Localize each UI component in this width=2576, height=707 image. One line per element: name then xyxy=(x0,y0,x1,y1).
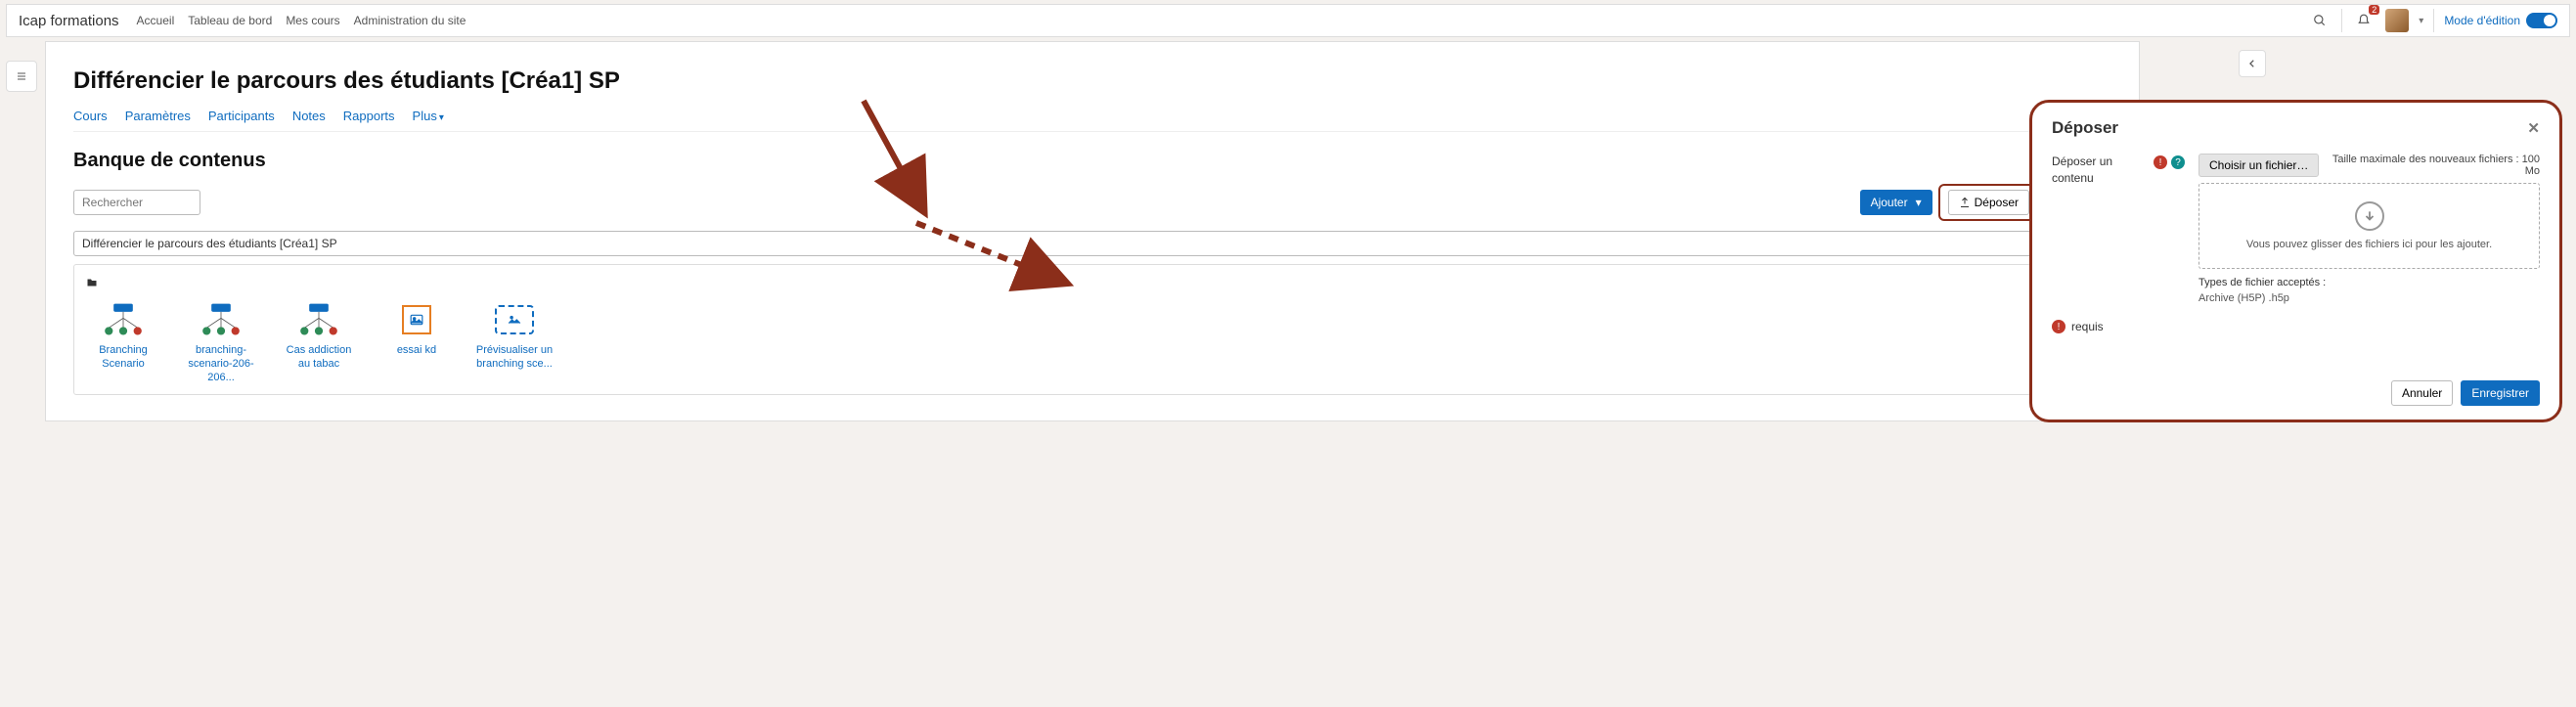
branching-icon xyxy=(292,301,345,338)
item-label: Prévisualiser un branching sce... xyxy=(475,344,554,372)
content-area: Différencier le parcours des étudiants [… xyxy=(45,41,2140,421)
upload-button[interactable]: Déposer xyxy=(1948,190,2029,215)
user-caret-icon[interactable]: ▾ xyxy=(2419,16,2423,26)
items-grid: Branching Scenario branching-scenario-20… xyxy=(84,301,2101,384)
tab-notes[interactable]: Notes xyxy=(292,109,326,131)
dropzone[interactable]: Vous pouvez glisser des fichiers ici pou… xyxy=(2198,183,2540,269)
tabs: Cours Paramètres Participants Notes Rapp… xyxy=(73,109,2111,132)
tab-participants[interactable]: Participants xyxy=(208,109,275,131)
notification-badge: 2 xyxy=(2369,5,2379,15)
max-size-text: Taille maximale des nouveaux fichiers : … xyxy=(2329,154,2540,177)
items-box: Branching Scenario branching-scenario-20… xyxy=(73,264,2111,395)
search-icon[interactable] xyxy=(2308,9,2332,32)
download-arrow-icon[interactable] xyxy=(2355,201,2384,231)
section-title: Banque de contenus xyxy=(73,150,2111,172)
page-title: Différencier le parcours des étudiants [… xyxy=(73,67,2111,95)
cancel-button[interactable]: Annuler xyxy=(2391,380,2453,406)
upload-icon xyxy=(1959,197,1971,208)
divider xyxy=(2433,9,2434,32)
required-icon: ! xyxy=(2052,320,2065,333)
item-label: branching-scenario-206-206... xyxy=(182,344,260,384)
close-icon[interactable]: ✕ xyxy=(2527,119,2540,137)
tab-cours[interactable]: Cours xyxy=(73,109,108,131)
dialog-title: Déposer xyxy=(2052,118,2118,138)
nav-link-admin[interactable]: Administration du site xyxy=(354,14,466,27)
nav-link-mescours[interactable]: Mes cours xyxy=(286,14,339,27)
add-button[interactable]: Ajouter xyxy=(1860,190,1932,215)
toggle-icon[interactable] xyxy=(2526,13,2557,28)
item-label: essai kd xyxy=(378,344,456,358)
required-note: ! requis xyxy=(2052,320,2540,333)
types-label: Types de fichier acceptés : xyxy=(2198,277,2540,288)
dropzone-text: Vous pouvez glisser des fichiers ici pou… xyxy=(2209,239,2529,250)
toolbar: Ajouter Déposer xyxy=(73,186,2111,219)
course-select[interactable]: Différencier le parcours des étudiants [… xyxy=(73,231,2111,256)
upload-dialog: Déposer ✕ Déposer un contenu ! ? Choisir… xyxy=(2029,100,2562,422)
form-label: Déposer un contenu xyxy=(2052,154,2140,304)
item-label: Cas addiction au tabac xyxy=(280,344,358,372)
nav-right: 2 ▾ Mode d'édition xyxy=(2308,9,2557,32)
avatar[interactable] xyxy=(2385,9,2409,32)
divider xyxy=(2341,9,2342,32)
tab-plus[interactable]: Plus xyxy=(413,109,444,131)
item-label: Branching Scenario xyxy=(84,344,162,372)
save-button[interactable]: Enregistrer xyxy=(2461,380,2540,406)
nav-link-accueil[interactable]: Accueil xyxy=(137,14,175,27)
folder-icon[interactable] xyxy=(84,275,2101,301)
search-input[interactable] xyxy=(73,190,200,215)
bell-icon[interactable]: 2 xyxy=(2352,9,2376,32)
content-item[interactable]: essai kd xyxy=(378,301,456,384)
nav-link-tableau[interactable]: Tableau de bord xyxy=(188,14,272,27)
drawer-toggle[interactable] xyxy=(2239,50,2266,77)
required-icon: ! xyxy=(2154,155,2167,169)
content-item[interactable]: branching-scenario-206-206... xyxy=(182,301,260,384)
brand[interactable]: Icap formations xyxy=(19,13,119,29)
content-item[interactable]: Prévisualiser un branching sce... xyxy=(475,301,554,384)
image-dashed-icon xyxy=(488,301,541,338)
content-item[interactable]: Branching Scenario xyxy=(84,301,162,384)
content-item[interactable]: Cas addiction au tabac xyxy=(280,301,358,384)
edit-mode-toggle[interactable]: Mode d'édition xyxy=(2444,13,2557,28)
chevron-down-icon xyxy=(1912,196,1922,209)
navbar: Icap formations Accueil Tableau de bord … xyxy=(6,4,2570,37)
tab-parametres[interactable]: Paramètres xyxy=(125,109,191,131)
choose-file-button[interactable]: Choisir un fichier… xyxy=(2198,154,2319,177)
tab-rapports[interactable]: Rapports xyxy=(343,109,395,131)
sidebar-toggle[interactable] xyxy=(6,61,37,92)
types-value: Archive (H5P) .h5p xyxy=(2198,292,2540,304)
branching-icon xyxy=(195,301,247,338)
help-icon[interactable]: ? xyxy=(2171,155,2185,169)
branching-icon xyxy=(97,301,150,338)
nav-links: Accueil Tableau de bord Mes cours Admini… xyxy=(137,14,2309,27)
chevron-down-icon xyxy=(437,109,444,123)
image-icon xyxy=(390,301,443,338)
